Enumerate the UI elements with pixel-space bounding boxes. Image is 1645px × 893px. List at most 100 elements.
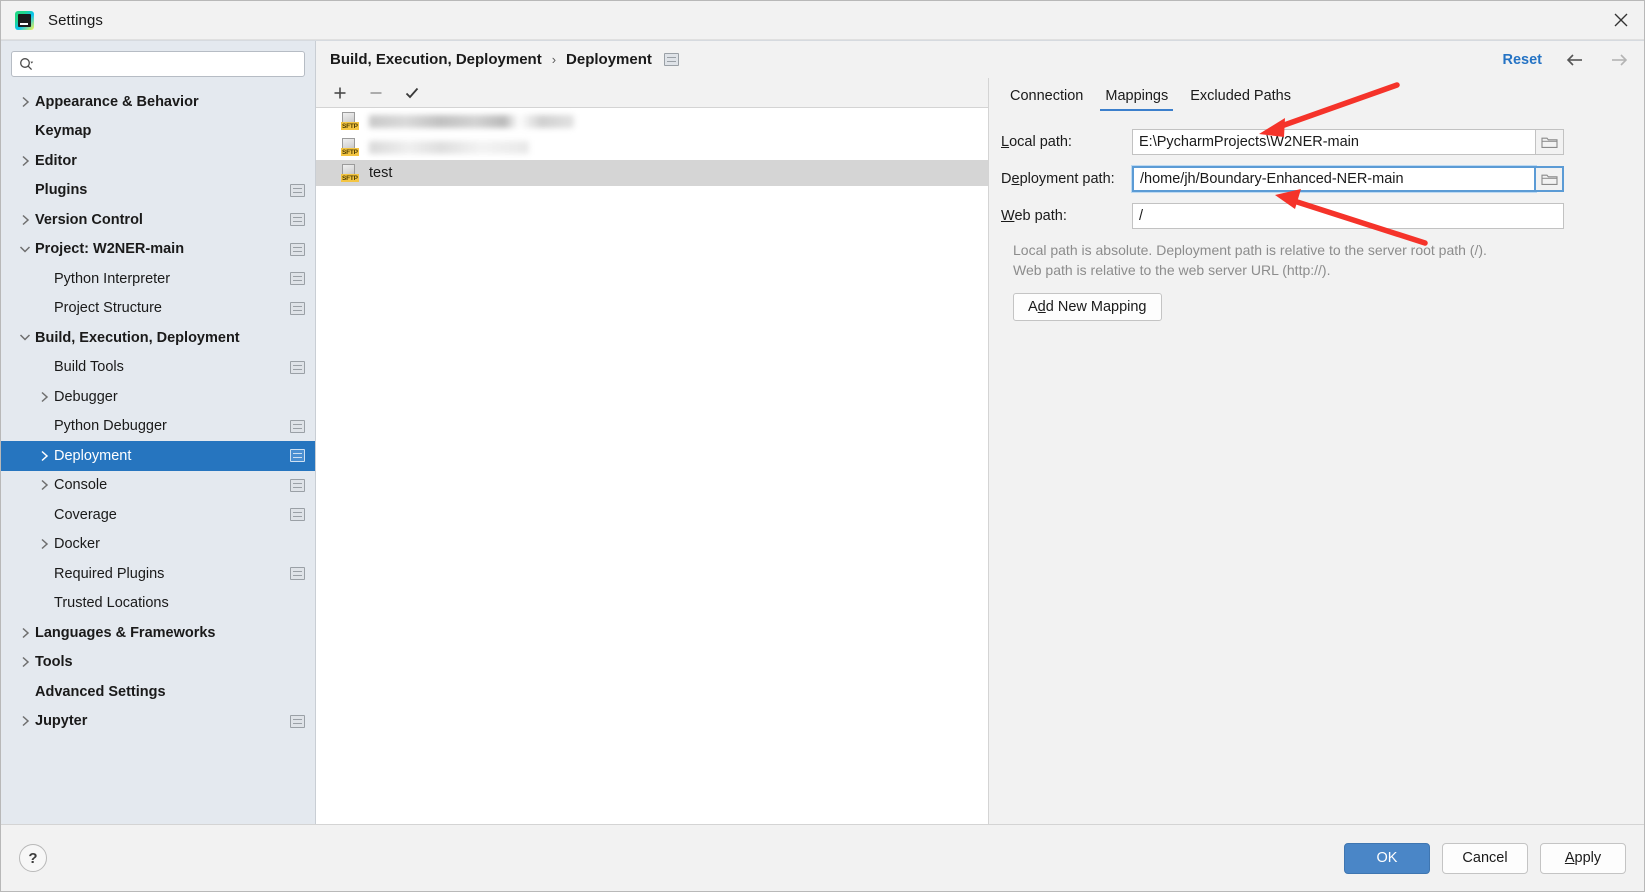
sidebar-item-jupyter[interactable]: Jupyter [1,707,315,737]
sidebar-item-version-control[interactable]: Version Control [1,205,315,235]
chevron-right-icon[interactable] [15,151,35,171]
chevron-right-icon[interactable] [34,387,54,407]
question-mark-icon[interactable]: ? [19,844,47,872]
detail-tabs: Connection Mappings Excluded Paths [989,78,1644,111]
sidebar-item-label: Languages & Frameworks [35,624,216,641]
arrow-left-icon[interactable] [1564,50,1586,70]
sidebar-item-label: Python Interpreter [54,270,171,287]
sidebar-item-label: Build, Execution, Deployment [35,329,240,346]
deployment-path-input[interactable]: /home/jh/Boundary-Enhanced-NER-main [1132,166,1536,192]
sidebar-item-trusted-locations[interactable]: Trusted Locations [1,589,315,619]
sidebar-item-appearance-behavior[interactable]: Appearance & Behavior [1,87,315,117]
sidebar-item-python-debugger[interactable]: Python Debugger [1,412,315,442]
tab-excluded-paths[interactable]: Excluded Paths [1179,88,1302,111]
chevron-right-icon[interactable] [15,711,35,731]
arrow-right-icon[interactable] [1608,50,1630,70]
sidebar-item-console[interactable]: Console [1,471,315,501]
settings-sync-icon [290,478,305,492]
sidebar-item-debugger[interactable]: Debugger [1,382,315,412]
sidebar-item-docker[interactable]: Docker [1,530,315,560]
server-list[interactable]: SFTP SFTP SFTP test [316,107,988,824]
chevron-right-icon[interactable] [34,534,54,554]
folder-icon[interactable] [1536,129,1564,155]
sidebar-item-label: Docker [54,536,100,553]
web-path-row: Web path: / [1001,203,1622,229]
cancel-button[interactable]: Cancel [1442,842,1528,874]
sidebar-item-tools[interactable]: Tools [1,648,315,678]
sidebar-item-plugins[interactable]: Plugins [1,176,315,206]
sidebar-item-coverage[interactable]: Coverage [1,500,315,530]
chevron-right-icon[interactable] [34,446,54,466]
chevron-down-icon[interactable] [15,239,35,259]
server-list-toolbar [316,78,988,107]
sidebar-item-project-w2ner-main[interactable]: Project: W2NER-main [1,235,315,265]
sidebar-item-label: Plugins [35,182,88,199]
apply-button[interactable]: Apply [1540,842,1626,874]
search-input[interactable] [34,54,298,74]
chevron-right-icon[interactable] [34,475,54,495]
sidebar-item-advanced-settings[interactable]: Advanced Settings [1,677,315,707]
sidebar-item-build-execution-deployment[interactable]: Build, Execution, Deployment [1,323,315,353]
list-item[interactable]: SFTP [316,108,988,134]
settings-sidebar: Appearance & Behavior Keymap Editor Plugins… [1,41,316,824]
sidebar-item-editor[interactable]: Editor [1,146,315,176]
chevron-right-icon[interactable] [15,652,35,672]
reset-link[interactable]: Reset [1503,52,1543,68]
sidebar-item-label: Build Tools [54,359,124,376]
settings-sync-icon [290,508,305,522]
settings-sync-icon [290,419,305,433]
search-container [1,51,315,85]
deployment-path-row: Deployment path: /home/jh/Boundary-Enhan… [1001,166,1622,192]
pycharm-icon [15,10,34,30]
sidebar-item-label: Trusted Locations [54,595,169,612]
sidebar-item-label: Coverage [54,506,117,523]
list-item[interactable]: SFTP [316,134,988,160]
minus-icon[interactable] [366,83,386,103]
sidebar-item-build-tools[interactable]: Build Tools [1,353,315,383]
sidebar-item-required-plugins[interactable]: Required Plugins [1,559,315,589]
help-line-1: Local path is absolute. Deployment path … [1013,242,1487,258]
check-icon[interactable] [402,83,422,103]
web-path-input[interactable]: / [1132,203,1564,229]
sidebar-item-languages-frameworks[interactable]: Languages & Frameworks [1,618,315,648]
settings-sync-icon [290,301,305,315]
local-path-input[interactable]: E:\PycharmProjects\W2NER-main [1132,129,1536,155]
search-box[interactable] [11,51,305,77]
sidebar-item-deployment[interactable]: Deployment [1,441,315,471]
breadcrumb-parent[interactable]: Build, Execution, Deployment [330,51,542,68]
sidebar-item-python-interpreter[interactable]: Python Interpreter [1,264,315,294]
mapping-detail-pane: Connection Mappings Excluded Paths Local p… [989,78,1644,824]
mappings-help-text: Local path is absolute. Deployment path … [1013,240,1593,280]
add-new-mapping-button[interactable]: Add New Mapping [1013,293,1162,321]
chevron-right-icon[interactable] [15,92,35,112]
plus-icon[interactable] [330,83,350,103]
server-name-label: test [369,165,393,181]
sftp-server-icon: SFTP [341,112,360,130]
sidebar-item-project-structure[interactable]: Project Structure [1,294,315,324]
chevron-right-icon[interactable] [15,623,35,643]
sidebar-item-label: Python Debugger [54,418,167,435]
chevron-right-icon[interactable] [15,210,35,230]
sidebar-item-keymap[interactable]: Keymap [1,117,315,147]
deployment-path-field-wrap: /home/jh/Boundary-Enhanced-NER-main [1132,166,1564,192]
sidebar-item-label: Version Control [35,211,143,228]
settings-sync-icon [290,183,305,197]
sidebar-item-label: Debugger [54,388,118,405]
deployment-panes: SFTP SFTP SFTP test Connection Mappings Exclu… [316,78,1644,824]
tab-mappings[interactable]: Mappings [1094,88,1179,111]
redacted-server-name [369,114,574,128]
breadcrumb-separator: › [551,52,557,67]
list-item[interactable]: SFTP test [316,160,988,186]
redacted-server-name [369,140,529,154]
settings-sync-icon [663,53,679,66]
deployment-path-label-text: ployment path: [1019,171,1115,187]
web-path-field-wrap: / [1132,203,1564,229]
web-path-label: Web path: [1001,208,1067,224]
ok-button[interactable]: OK [1344,842,1430,874]
sidebar-item-label: Project: W2NER-main [35,241,185,258]
tab-connection[interactable]: Connection [999,88,1094,111]
close-icon[interactable] [1598,1,1644,38]
local-path-row: Local path: E:\PycharmProjects\W2NER-mai… [1001,129,1622,155]
chevron-down-icon[interactable] [15,328,35,348]
folder-icon[interactable] [1536,166,1564,192]
